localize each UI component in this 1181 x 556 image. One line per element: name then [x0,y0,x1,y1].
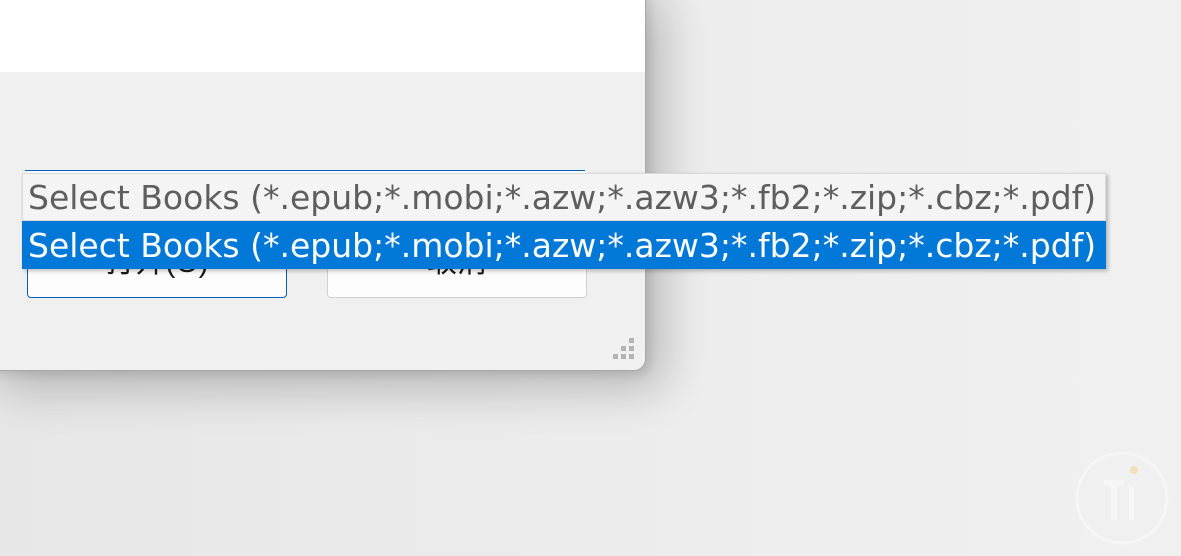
dropdown-option-selected[interactable]: Select Books (*.epub;*.mobi;*.azw;*.azw3… [22,221,1106,269]
resize-grip-icon[interactable] [613,338,637,362]
file-type-dropdown-list: Select Books (*.epub;*.mobi;*.azw;*.azw3… [22,173,1106,269]
dropdown-option[interactable]: Select Books (*.epub;*.mobi;*.azw;*.azw3… [22,173,1106,221]
file-list-area[interactable] [0,0,645,72]
watermark-logo-icon [1074,450,1170,546]
